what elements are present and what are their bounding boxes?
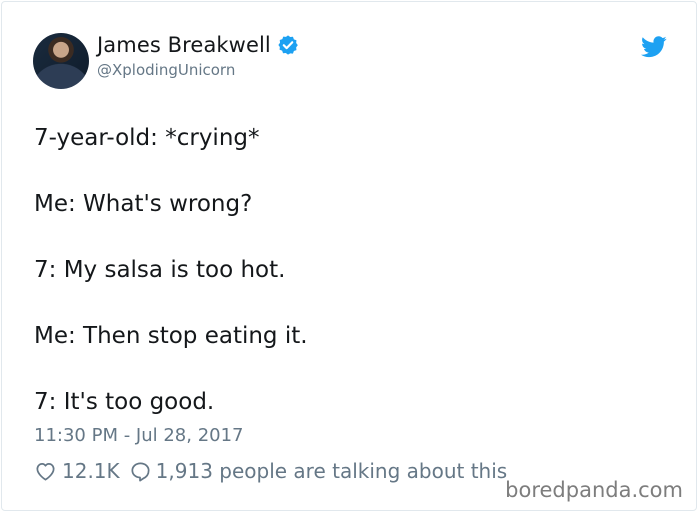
twitter-bird-icon[interactable] <box>641 36 667 58</box>
heart-icon[interactable] <box>34 460 57 483</box>
author-row: James Breakwell <box>97 33 299 57</box>
tweet-actions: 12.1K 1,913 people are talking about thi… <box>34 459 507 483</box>
conversation-text[interactable]: 1,913 people are talking about this <box>156 459 508 483</box>
comment-bubble-icon[interactable] <box>129 460 152 483</box>
tweet-card: James Breakwell @XplodingUnicorn 7-year-… <box>1 1 697 511</box>
author-name[interactable]: James Breakwell <box>97 33 271 57</box>
author-handle[interactable]: @XplodingUnicorn <box>97 61 235 79</box>
watermark: boredpanda.com <box>505 478 683 502</box>
tweet-line: 7-year-old: *crying* <box>34 125 260 151</box>
tweet-text: 7-year-old: *crying* Me: What's wrong? 7… <box>34 122 308 419</box>
verified-badge-icon <box>278 35 298 55</box>
tweet-line: 7: My salsa is too hot. <box>34 257 286 283</box>
tweet-line: Me: What's wrong? <box>34 191 253 217</box>
tweet-line: Me: Then stop eating it. <box>34 323 308 349</box>
tweet-line: 7: It's too good. <box>34 389 215 415</box>
tweet-timestamp[interactable]: 11:30 PM - Jul 28, 2017 <box>34 425 244 446</box>
avatar[interactable] <box>33 33 89 89</box>
like-count[interactable]: 12.1K <box>62 459 120 483</box>
